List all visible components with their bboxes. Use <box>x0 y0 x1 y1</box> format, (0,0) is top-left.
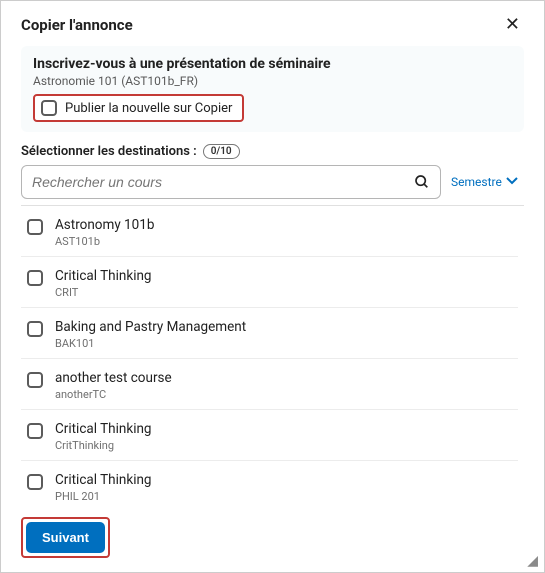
course-row[interactable]: Critical Thinking PHIL 201 <box>21 461 518 507</box>
course-row[interactable]: Critical Thinking CritThinking <box>21 410 518 461</box>
announcement-title: Inscrivez-vous à une présentation de sém… <box>33 56 512 72</box>
destinations-header: Sélectionner les destinations : 0/10 <box>21 144 524 159</box>
course-texts: Critical Thinking CRIT <box>55 268 152 299</box>
course-list: Astronomy 101b AST101b Critical Thinking CR… <box>21 205 524 507</box>
announcement-info-card: Inscrivez-vous à une présentation de sém… <box>21 46 524 132</box>
publish-checkbox-label: Publier la nouvelle sur Copier <box>65 101 232 116</box>
course-checkbox[interactable] <box>27 474 43 490</box>
course-texts: Critical Thinking PHIL 201 <box>55 472 152 503</box>
announcement-course: Astronomie 101 (AST101b_FR) <box>33 74 512 88</box>
dialog-title: Copier l'annonce <box>21 16 133 34</box>
close-icon[interactable]: ✕ <box>501 14 524 36</box>
chevron-down-icon <box>506 175 518 189</box>
next-button[interactable]: Suivant <box>26 522 105 553</box>
destinations-label: Sélectionner les destinations : <box>21 144 197 159</box>
search-icon[interactable] <box>414 174 430 190</box>
course-code: AST101b <box>55 235 154 248</box>
course-title: Critical Thinking <box>55 268 152 284</box>
search-input[interactable] <box>32 174 414 190</box>
course-row[interactable]: Astronomy 101b AST101b <box>21 206 518 257</box>
next-button-highlight: Suivant <box>21 517 110 558</box>
search-box[interactable] <box>21 165 441 199</box>
course-title: Critical Thinking <box>55 421 152 437</box>
course-checkbox[interactable] <box>27 219 43 235</box>
dialog-footer: Suivant <box>1 507 544 572</box>
course-row[interactable]: Critical Thinking CRIT <box>21 257 518 308</box>
course-title: another test course <box>55 370 172 386</box>
course-checkbox[interactable] <box>27 321 43 337</box>
semester-label: Semestre <box>451 175 502 189</box>
dialog-header: Copier l'annonce ✕ <box>1 1 544 40</box>
course-row[interactable]: Baking and Pastry Management BAK101 <box>21 308 518 359</box>
course-code: anotherTC <box>55 388 172 401</box>
semester-filter[interactable]: Semestre <box>451 175 518 189</box>
course-checkbox[interactable] <box>27 270 43 286</box>
course-code: PHIL 201 <box>55 490 152 503</box>
course-texts: Baking and Pastry Management BAK101 <box>55 319 246 350</box>
course-checkbox[interactable] <box>27 423 43 439</box>
course-list-scroll[interactable]: Astronomy 101b AST101b Critical Thinking CR… <box>21 206 524 507</box>
course-texts: another test course anotherTC <box>55 370 172 401</box>
publish-on-copy-option[interactable]: Publier la nouvelle sur Copier <box>33 94 244 122</box>
publish-checkbox[interactable] <box>41 100 57 116</box>
course-code: CritThinking <box>55 439 152 452</box>
resize-handle-icon[interactable]: ◢ <box>527 554 538 568</box>
copy-announcement-dialog: Copier l'annonce ✕ Inscrivez-vous à une … <box>0 0 545 573</box>
course-code: BAK101 <box>55 337 246 350</box>
course-code: CRIT <box>55 286 152 299</box>
course-title: Baking and Pastry Management <box>55 319 246 335</box>
course-title: Astronomy 101b <box>55 217 154 233</box>
course-texts: Critical Thinking CritThinking <box>55 421 152 452</box>
destinations-count-badge: 0/10 <box>203 144 240 159</box>
course-texts: Astronomy 101b AST101b <box>55 217 154 248</box>
search-row: Semestre <box>21 165 524 199</box>
course-row[interactable]: another test course anotherTC <box>21 359 518 410</box>
course-title: Critical Thinking <box>55 472 152 488</box>
course-checkbox[interactable] <box>27 372 43 388</box>
